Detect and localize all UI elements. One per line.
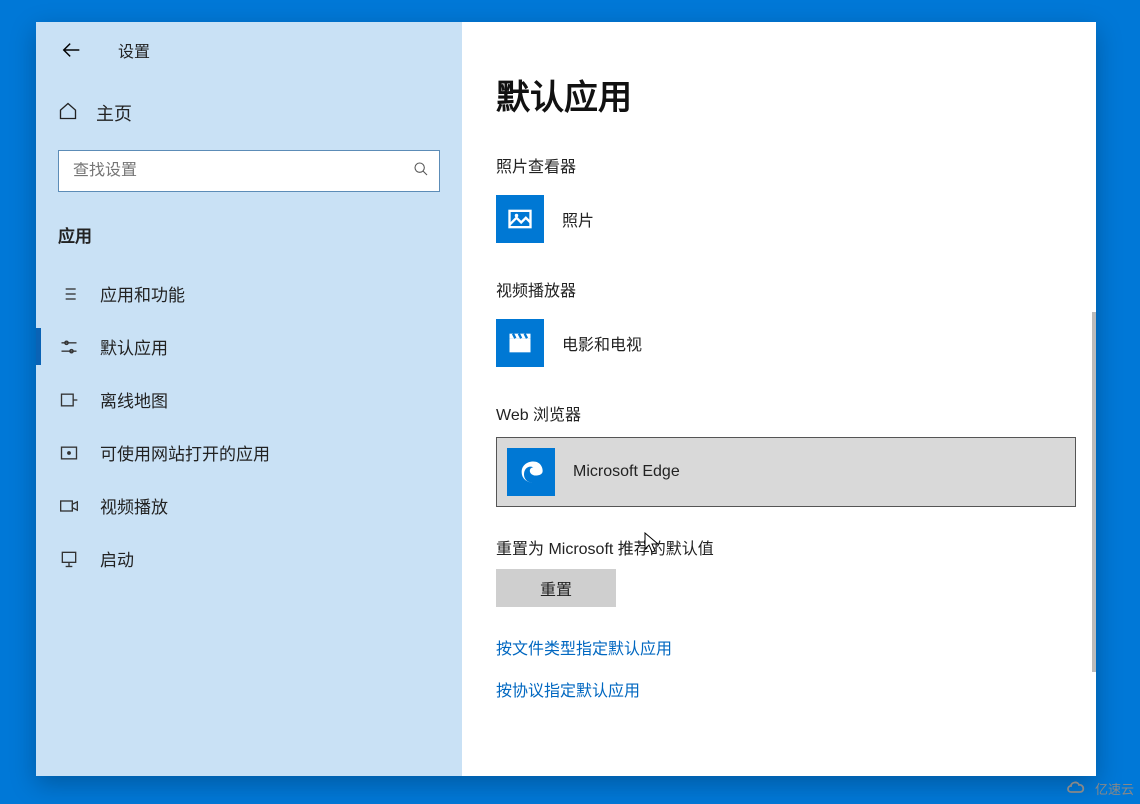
search-icon [413,161,429,182]
video-icon [58,495,80,517]
sidebar-item-default-apps[interactable]: 默认应用 [36,320,462,373]
sidebar-item-label: 默认应用 [100,334,168,359]
sliders-icon [58,336,80,358]
map-icon [58,389,80,411]
reset-button[interactable]: 重置 [496,569,616,607]
default-app-photo-viewer[interactable]: 照片 [496,189,1062,249]
group-label-photo-viewer: 照片查看器 [496,153,1062,177]
sidebar-section-title: 应用 [36,216,462,267]
sidebar-item-label: 离线地图 [100,387,168,412]
list-icon [58,283,80,305]
edge-app-icon [507,448,555,496]
app-name-label: 电影和电视 [562,331,642,355]
group-label-web-browser: Web 浏览器 [496,401,1062,425]
sidebar-nav: 应用和功能 默认应用 离线地图 可使用网站打开的应用 [36,267,462,585]
sidebar-item-label: 可使用网站打开的应用 [100,440,270,465]
photos-app-icon [496,195,544,243]
settings-window: 设置 主页 应用 应用和功能 [36,22,1096,776]
default-app-web-browser[interactable]: Microsoft Edge [496,437,1076,507]
link-by-protocol[interactable]: 按协议指定默认应用 [496,677,1062,701]
sidebar-item-video-playback[interactable]: 视频播放 [36,479,462,532]
group-label-video-player: 视频播放器 [496,277,1062,301]
search-input[interactable] [73,162,413,180]
group-reset: 重置为 Microsoft 推荐的默认值 重置 [496,535,1062,607]
home-label: 主页 [96,100,132,126]
group-photo-viewer: 照片查看器 照片 [496,153,1062,249]
reset-label: 重置为 Microsoft 推荐的默认值 [496,535,1062,559]
back-button[interactable] [58,36,86,64]
open-external-icon [58,442,80,464]
sidebar-item-apps-features[interactable]: 应用和功能 [36,267,462,320]
sidebar-item-startup[interactable]: 启动 [36,532,462,585]
link-by-file-type[interactable]: 按文件类型指定默认应用 [496,635,1062,659]
home-icon [58,101,78,126]
main-content: 默认应用 照片查看器 照片 视频播放器 电影和电视 Web 浏览器 [462,22,1096,776]
titlebar-left: 设置 [36,36,462,86]
group-web-browser: Web 浏览器 Microsoft Edge [496,401,1062,507]
default-app-video-player[interactable]: 电影和电视 [496,313,1062,373]
sidebar-item-offline-maps[interactable]: 离线地图 [36,373,462,426]
startup-icon [58,548,80,570]
app-name-label: Microsoft Edge [573,463,680,481]
watermark-text: 亿速云 [1095,779,1134,798]
sidebar-item-label: 启动 [100,546,134,571]
sidebar-item-label: 应用和功能 [100,281,185,306]
sidebar-item-label: 视频播放 [100,493,168,518]
page-title: 默认应用 [496,70,1062,119]
home-nav[interactable]: 主页 [36,86,462,140]
group-video-player: 视频播放器 电影和电视 [496,277,1062,373]
movies-tv-app-icon [496,319,544,367]
watermark: 亿速云 [1065,779,1134,798]
cloud-icon [1065,779,1089,798]
sidebar-item-apps-for-websites[interactable]: 可使用网站打开的应用 [36,426,462,479]
app-name-label: 照片 [562,207,594,231]
scrollbar[interactable] [1092,312,1096,672]
search-wrap [36,140,462,216]
window-title: 设置 [118,38,150,62]
search-box[interactable] [58,150,440,192]
sidebar: 设置 主页 应用 应用和功能 [36,22,462,776]
